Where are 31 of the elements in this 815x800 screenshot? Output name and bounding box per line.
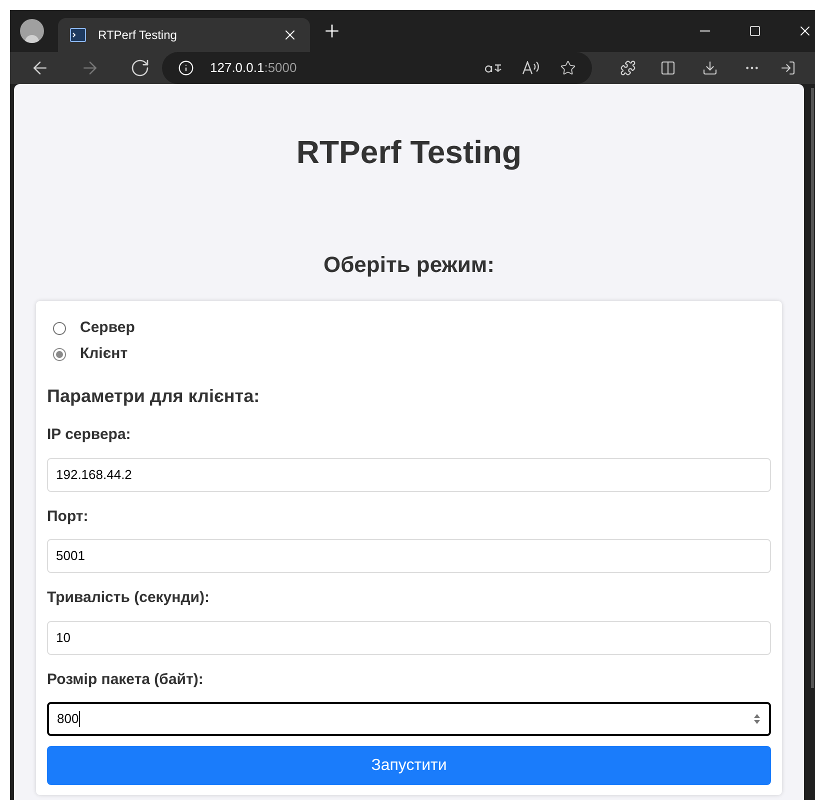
extensions-icon[interactable] bbox=[620, 60, 636, 76]
page-title: RTPerf Testing bbox=[296, 133, 522, 172]
info-icon[interactable] bbox=[178, 60, 194, 76]
input-field[interactable]: 800 bbox=[47, 702, 771, 736]
field-label: Розмір пакета (байт): bbox=[47, 670, 204, 690]
read-aloud-icon[interactable] bbox=[522, 61, 540, 75]
split-screen-icon[interactable] bbox=[660, 60, 676, 76]
submit-button[interactable]: Запустити bbox=[47, 746, 771, 785]
radio-button[interactable] bbox=[53, 348, 66, 360]
browser-tab[interactable]: RTPerf Testing bbox=[58, 18, 310, 52]
terminal-icon bbox=[70, 28, 86, 42]
mode-heading: Оберіть режим: bbox=[323, 251, 494, 279]
radio-label: Клієнт bbox=[80, 344, 128, 364]
favorite-icon[interactable] bbox=[560, 60, 576, 76]
url-text: 127.0.0.1:5000 bbox=[210, 59, 298, 78]
params-heading: Параметри для клієнта: bbox=[47, 385, 261, 408]
tab-title: RTPerf Testing bbox=[98, 27, 178, 44]
field-label: Тривалість (секунди): bbox=[47, 588, 210, 608]
spinner-icon[interactable] bbox=[753, 713, 761, 725]
field-label: Порт: bbox=[47, 506, 90, 526]
input-field[interactable]: 10 bbox=[47, 620, 771, 654]
radio-button[interactable] bbox=[53, 322, 66, 334]
maximize-icon[interactable] bbox=[749, 25, 761, 37]
reload-icon[interactable] bbox=[130, 58, 150, 78]
address-bar[interactable]: 127.0.0.1:5000 bbox=[162, 52, 592, 84]
download-icon[interactable] bbox=[702, 60, 718, 76]
input-field[interactable]: 5001 bbox=[47, 539, 771, 573]
radio-label: Сервер bbox=[80, 318, 135, 338]
field-label: IP сервера: bbox=[47, 425, 132, 445]
profile-avatar[interactable] bbox=[20, 19, 44, 43]
input-field[interactable]: 192.168.44.2 bbox=[47, 458, 771, 492]
